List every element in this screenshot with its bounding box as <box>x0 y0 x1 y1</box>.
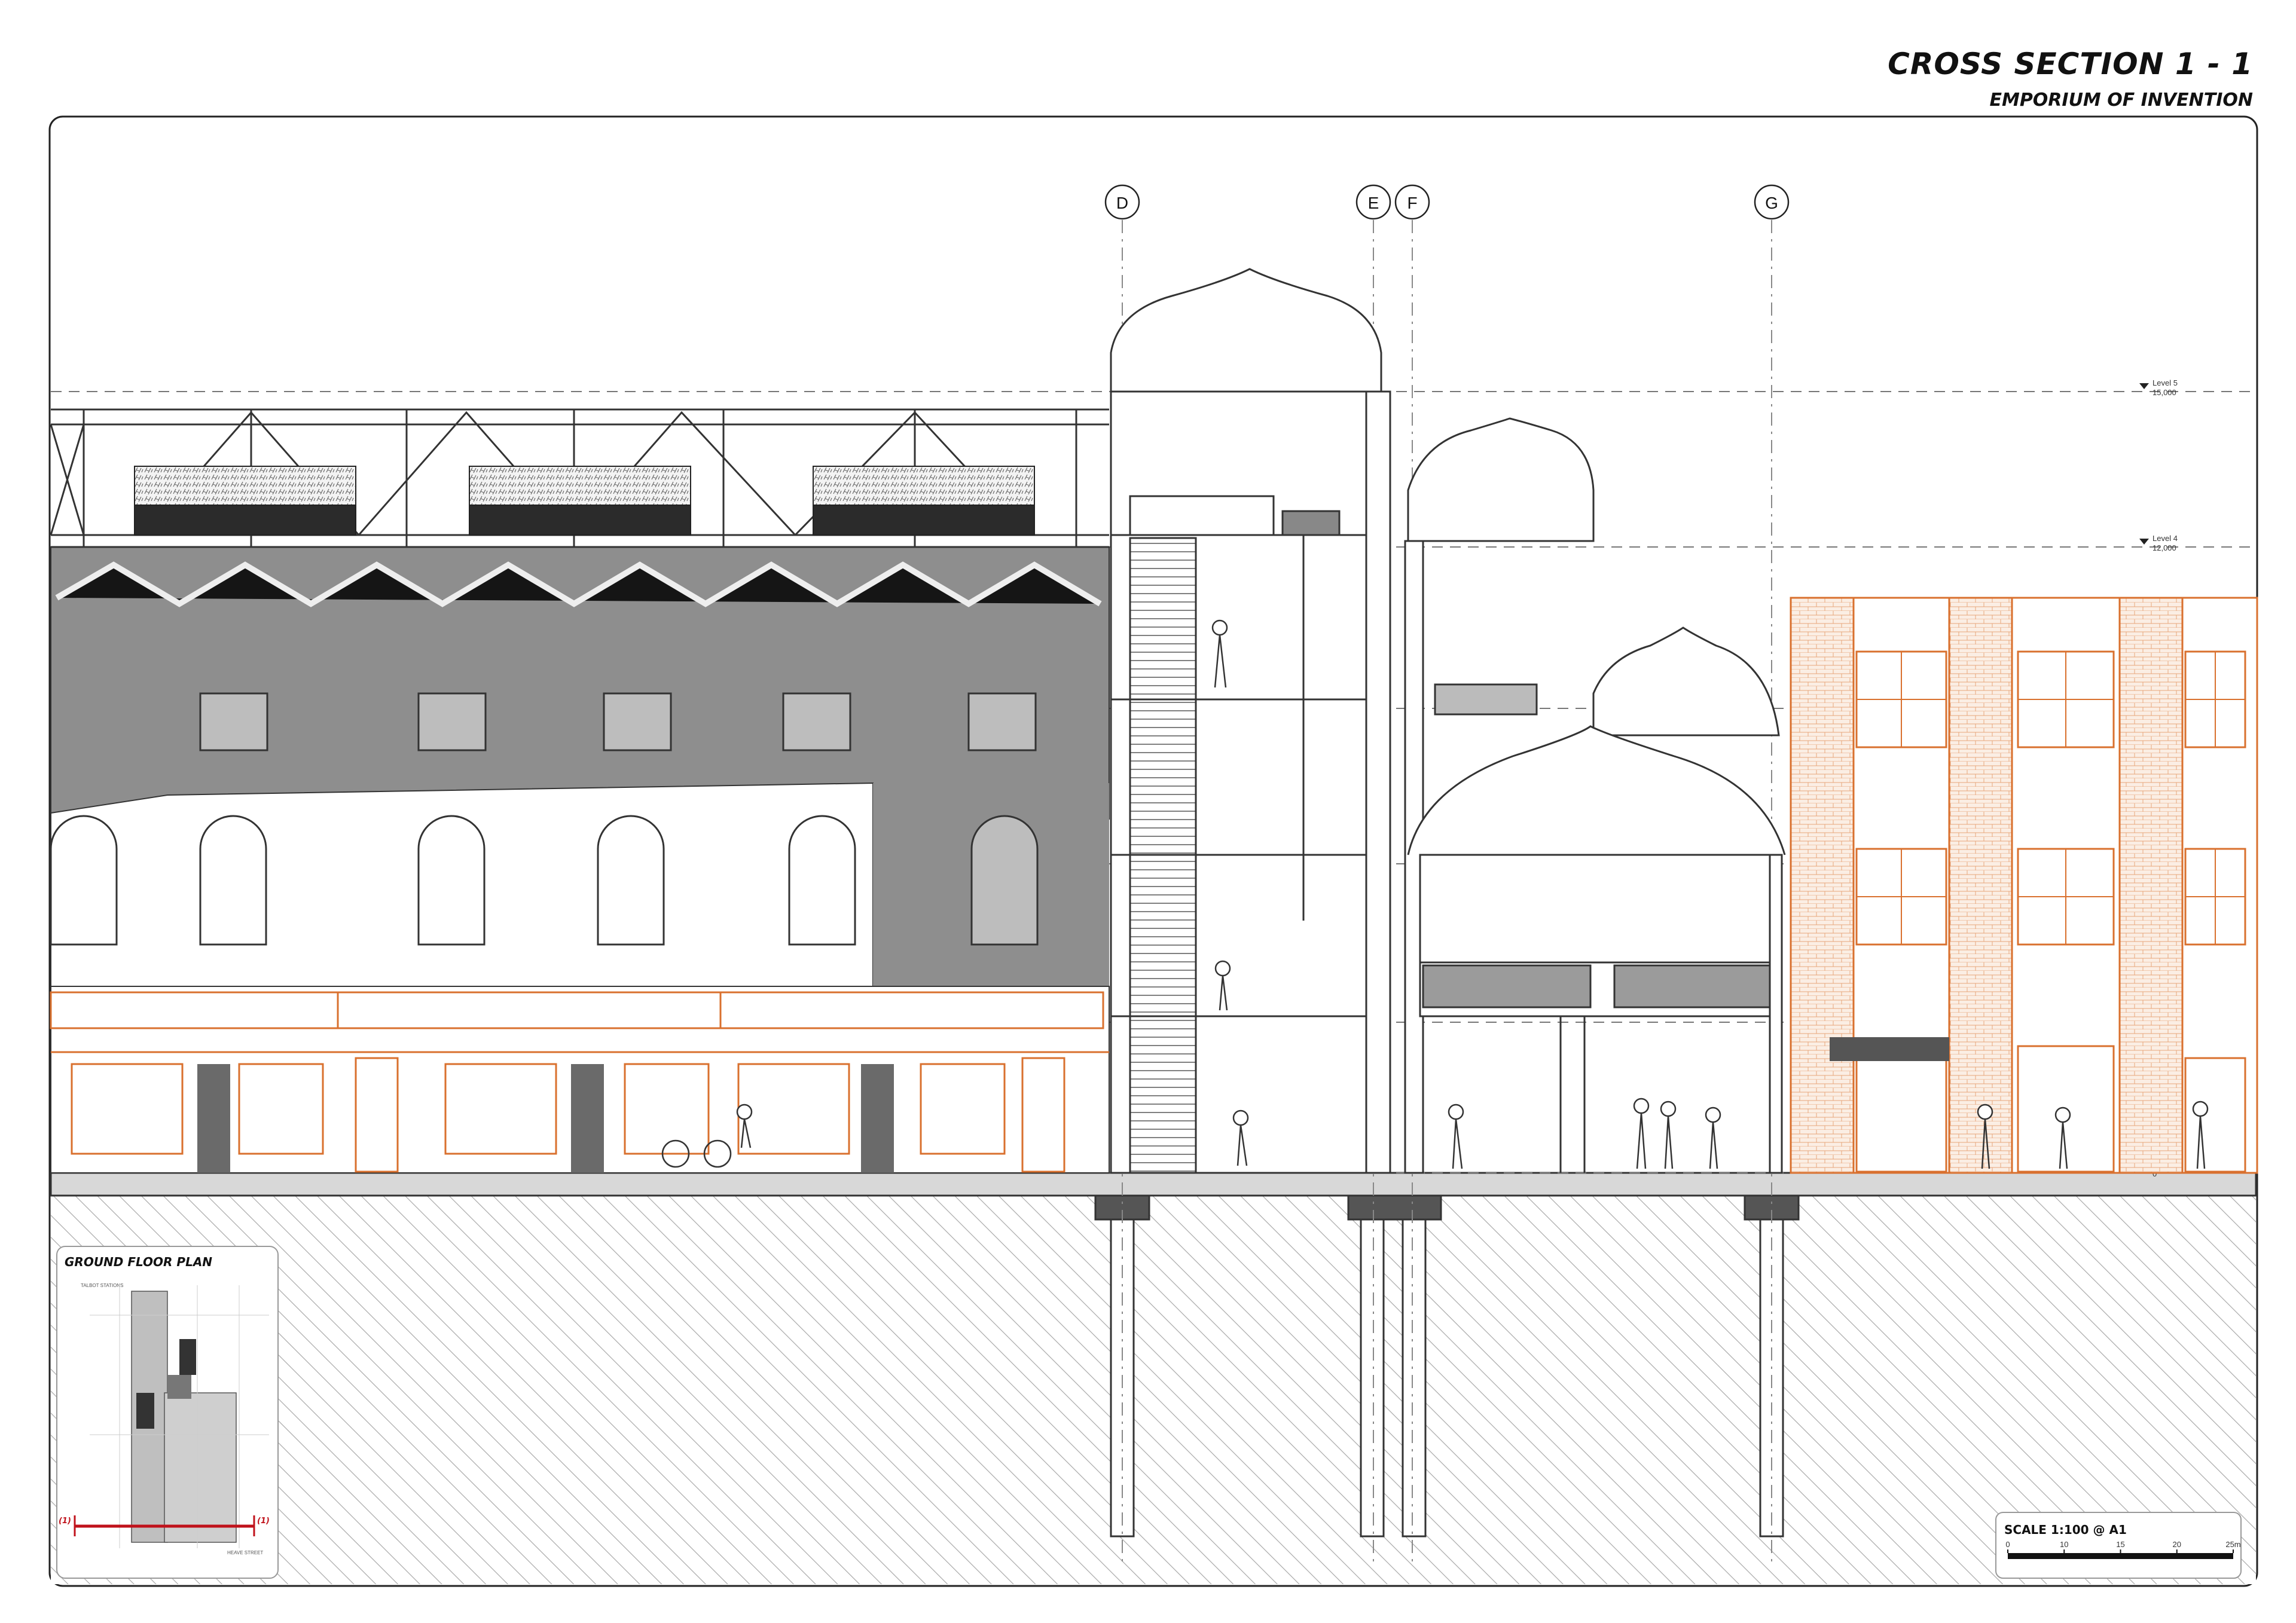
ground-slab <box>50 1172 2257 1197</box>
scale-tick-label: 20 <box>2173 1540 2181 1549</box>
grid-f-label: F <box>1407 194 1417 212</box>
scale-label: SCALE 1:100 @ A1 <box>2004 1523 2127 1537</box>
section-marker-left: (1) <box>59 1517 71 1526</box>
grid-d-label: D <box>1116 194 1128 212</box>
level-5-name: Level 5 <box>2152 378 2178 387</box>
grid-e-label: E <box>1368 194 1379 212</box>
inset-title: GROUND FLOOR PLAN <box>65 1255 212 1269</box>
ground-hatch <box>51 1196 2256 1584</box>
scale-box: SCALE 1:100 @ A1 0 10 15 20 25m <box>1995 1512 2242 1579</box>
dome-building <box>1407 417 1786 1174</box>
left-building <box>50 408 1110 1173</box>
level-4-elevation: 12,000 <box>2152 543 2176 552</box>
scale-tick-label: 0 <box>2005 1540 2010 1549</box>
level-4-name: Level 4 <box>2152 534 2178 543</box>
level-5-elevation: 15,000 <box>2152 388 2176 397</box>
ground-floor-plan-inset: GROUND FLOOR PLAN TALBOT STATIONS HEAVE … <box>56 1246 279 1579</box>
scale-tick-label: 25m <box>2225 1540 2240 1549</box>
inset-top-label: TALBOT STATIONS <box>81 1283 123 1288</box>
stair-tower <box>1110 268 1382 1174</box>
cross-section-drawing: Level 515,000Level 412,000Level 39,000Le… <box>48 115 2258 1587</box>
scale-tick-label: 10 <box>2060 1540 2068 1549</box>
inset-bottom-label: HEAVE STREET <box>227 1550 263 1555</box>
section-marker-right: (1) <box>257 1517 270 1526</box>
grid-g-label: G <box>1765 194 1778 212</box>
scale-tick-label: 15 <box>2116 1540 2124 1549</box>
brick-building <box>1790 597 2258 1174</box>
